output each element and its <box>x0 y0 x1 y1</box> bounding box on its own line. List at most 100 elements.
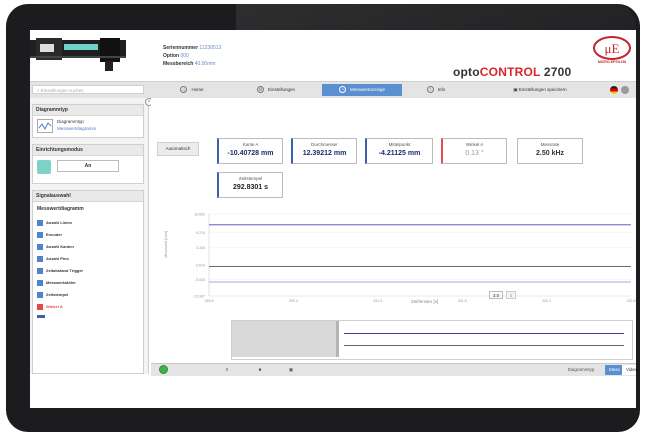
mess-toggle[interactable]: Mess <box>605 365 624 375</box>
card-value: -4.21125 mm <box>367 150 432 157</box>
save-data-button[interactable]: ▣ <box>285 365 297 375</box>
x-tick-label: 291.6 <box>458 299 467 303</box>
range-label: Messbereich <box>163 61 194 67</box>
stop-button[interactable]: ■ <box>254 365 266 375</box>
panel-signals-title: Signalauswahl <box>33 191 143 202</box>
nav-measurement[interactable]: ◔ Messwertanzeige <box>322 84 402 96</box>
nav-settings[interactable]: ⚙ Einstellungen <box>236 84 316 96</box>
pause-button[interactable]: II <box>221 365 233 375</box>
card-value: 0.13 ° <box>443 150 506 157</box>
signal-item[interactable]: Anzahl Pins <box>37 254 69 263</box>
device-info: Seriennummer 11230513 Option 000 Messber… <box>163 44 221 68</box>
time-window-input[interactable]: 3.0 <box>489 291 503 299</box>
video-toggle[interactable]: Video <box>622 365 636 375</box>
panel-signals: Signalauswahl Messwertdiagramm Anzahl Li… <box>32 190 144 374</box>
card-value: 292.8301 s <box>219 184 282 191</box>
y-tick-label: -9.530 <box>195 278 205 282</box>
nav-settings-label: Einstellungen <box>267 87 296 92</box>
sidebar: Diagrammtyp Diagrammtyp Messwertdiagramm… <box>30 98 149 374</box>
checkbox-icon <box>37 279 43 286</box>
user-icon[interactable] <box>621 86 629 94</box>
x-tick-label: 290.4 <box>289 299 298 303</box>
overview-line-lower <box>344 345 624 346</box>
signal-item[interactable]: Zeitstempel <box>37 290 68 299</box>
signal-item[interactable]: Anzahl Linien <box>37 218 72 227</box>
logo-text: MICRO-EPSILON <box>597 60 627 64</box>
brand-prefix: opto <box>453 65 480 79</box>
panel-setup-mode-title: Einrichtungsmodus <box>33 145 143 156</box>
signal-item-label: Anzahl Linien <box>46 220 72 225</box>
card-unit: kHz <box>551 150 565 157</box>
search-placeholder: Einstellungen suchen <box>40 88 84 93</box>
search-input[interactable]: ⌕ Einstellungen suchen <box>32 85 144 94</box>
card-label: Durchmesser <box>311 142 338 147</box>
signal-item[interactable]: Messwertzähler <box>37 278 76 287</box>
card-number: 292.8301 <box>232 184 263 191</box>
panel-diagramtype: Diagrammtyp Diagrammtyp Messwertdiagramm <box>32 104 144 138</box>
nav-info[interactable]: i Info <box>406 84 466 96</box>
measurement-view: Automatisch Kante A -10.40728 mm Durchme… <box>151 98 636 374</box>
checkbox-icon <box>37 255 43 262</box>
app-screen: Seriennummer 11230513 Option 000 Messber… <box>30 30 636 408</box>
overview-panel <box>231 320 633 360</box>
brand-model: 2700 <box>540 65 572 79</box>
card-label: Messrate <box>540 142 560 147</box>
diagram-type-label: Diagrammtyp <box>567 367 595 372</box>
logo-mark: μE <box>593 36 631 60</box>
language-flag-icon[interactable] <box>610 86 618 94</box>
signal-item-label: Encoder <box>46 232 63 237</box>
play-icon[interactable] <box>159 365 168 374</box>
waveform-icon <box>37 119 53 133</box>
value-card-angle: Winkel A 0.13 ° <box>441 138 507 164</box>
nav-info-label: Info <box>437 87 446 92</box>
y-tick-label: 3.300 <box>196 246 205 250</box>
save-settings-button[interactable]: ▣ Einstellungen speichern <box>490 84 590 96</box>
card-unit: mm <box>261 150 274 157</box>
nav-home[interactable]: ⌂ Home <box>162 84 222 96</box>
card-number: -4.21125 <box>378 150 406 157</box>
brand-main: CONTROL <box>479 65 541 79</box>
setup-mode-toggle[interactable]: An <box>57 160 119 172</box>
card-value: -10.40728 mm <box>219 150 282 157</box>
serial-value: 11230513 <box>199 45 222 51</box>
card-value: 2.50 kHz <box>518 150 582 157</box>
card-label: Winkel A <box>465 142 484 147</box>
sensor-device-image <box>30 38 126 71</box>
time-window-stepper[interactable]: ⇕ <box>506 291 516 299</box>
micro-epsilon-logo: μE MICRO-EPSILON <box>592 35 632 69</box>
x-tick-label: 292.2 <box>542 299 551 303</box>
serial-label: Seriennummer <box>163 45 199 51</box>
panel-setup-mode: Einrichtungsmodus An <box>32 144 144 184</box>
value-card-edge-a: Kante A -10.40728 mm <box>217 138 283 164</box>
checkbox-icon <box>37 219 43 226</box>
value-card-rate: Messrate 2.50 kHz <box>517 138 583 164</box>
value-card-timestamp: Zeitstempel 292.8301 s <box>217 172 283 198</box>
y-tick-label: -15.987 <box>193 294 205 298</box>
card-unit: mm <box>407 150 421 157</box>
nav-home-label: Home <box>191 87 204 92</box>
card-label: Mittelpunkt <box>388 142 411 147</box>
value-card-center: Mittelpunkt -4.21125 mm <box>365 138 433 164</box>
option-value: 000 <box>180 53 189 59</box>
signal-item[interactable]: Winkel A <box>37 302 63 311</box>
bottom-toolbar: II ■ ▣ Diagrammtyp Mess Video <box>151 363 636 376</box>
auto-scale-button[interactable]: Automatisch <box>157 142 199 156</box>
signal-item[interactable]: Zeitabstand Trigger <box>37 266 83 275</box>
diagramtype-label: Diagrammtyp <box>57 119 84 124</box>
y-tick-label: 16.692 <box>194 212 205 216</box>
signal-item[interactable]: Encoder <box>37 230 62 239</box>
save-settings-label: Einstellungen speichern <box>518 87 567 92</box>
top-nav: ⌕ Einstellungen suchen ⌂ Home ⚙ Einstellun… <box>30 81 636 99</box>
signal-item[interactable]: Anzahl Kanten <box>37 242 74 251</box>
overview-drag-handle[interactable] <box>336 321 339 357</box>
setup-mode-icon <box>37 160 51 174</box>
card-unit: mm <box>333 150 347 157</box>
x-tick-label: 289.8 <box>205 299 214 303</box>
diagramtype-value[interactable]: Messwertdiagramm <box>57 126 96 131</box>
x-axis-title: Zeitfenster [s] <box>411 299 439 304</box>
signal-item-label: Anzahl Pins <box>46 256 69 261</box>
signal-item-label: Winkel A <box>46 304 63 309</box>
y-tick-label: -3.614 <box>195 263 205 267</box>
x-tick-label: 292.8 <box>627 299 636 303</box>
info-icon: i <box>426 86 434 94</box>
